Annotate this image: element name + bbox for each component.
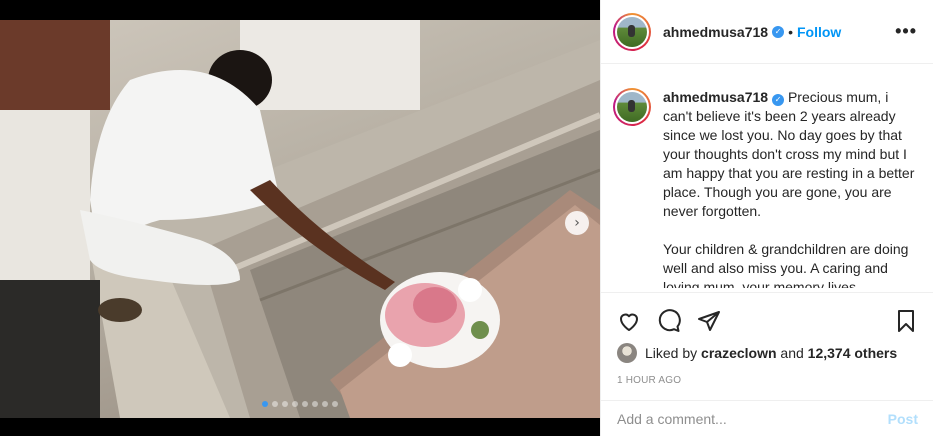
more-icon[interactable]: ••• (895, 21, 917, 42)
carousel-indicator (262, 401, 338, 407)
carousel-dot (332, 401, 338, 407)
caption-area: ahmedmusa718 ✓ Precious mum, i can't beli… (601, 64, 933, 288)
follow-button[interactable]: Follow (797, 24, 841, 40)
share-icon[interactable] (697, 309, 721, 333)
post-actions: Liked by crazeclown and 12,374 others 1 … (601, 292, 933, 386)
post-side-panel: ahmedmusa718 ✓ • Follow ••• ahmedmusa718… (600, 0, 933, 436)
verified-icon: ✓ (772, 93, 785, 106)
carousel-dot (322, 401, 328, 407)
liker-username[interactable]: crazeclown (701, 345, 776, 361)
caption-paragraph-2: Your children & grandchildren are doing … (663, 241, 909, 288)
likes-and: and (780, 345, 804, 361)
bookmark-icon[interactable] (894, 309, 918, 333)
caption-text: ahmedmusa718 ✓ Precious mum, i can't beli… (663, 88, 917, 288)
verified-icon: ✓ (772, 25, 785, 38)
comment-input[interactable] (617, 410, 888, 427)
author-avatar[interactable] (613, 12, 651, 51)
liker-avatar[interactable] (617, 343, 637, 363)
post-header: ahmedmusa718 ✓ • Follow ••• (601, 0, 933, 64)
caption-paragraph-1: Precious mum, i can't believe it's been … (663, 89, 915, 219)
likes-prefix: Liked by (645, 345, 698, 361)
post-image (0, 20, 600, 418)
carousel-dot (272, 401, 278, 407)
carousel-dot (292, 401, 298, 407)
caption-username[interactable]: ahmedmusa718 (663, 89, 768, 105)
chevron-right-icon: › (574, 215, 580, 231)
carousel-dot (312, 401, 318, 407)
separator-dot: • (788, 23, 793, 40)
author-username[interactable]: ahmedmusa718 (663, 24, 768, 40)
carousel-next-button[interactable]: › (565, 211, 589, 235)
likes-count[interactable]: 12,374 others (808, 345, 898, 361)
carousel-dot (302, 401, 308, 407)
likes-row: Liked by crazeclown and 12,374 others (617, 343, 918, 363)
post-photo[interactable]: › (0, 0, 600, 436)
comment-icon[interactable] (657, 309, 681, 333)
carousel-dot (262, 401, 268, 407)
carousel-dot (282, 401, 288, 407)
heart-icon[interactable] (617, 309, 641, 333)
comment-box: Post (601, 400, 933, 436)
caption-avatar[interactable] (613, 88, 651, 126)
post-timestamp[interactable]: 1 HOUR AGO (617, 375, 918, 386)
post-comment-button[interactable]: Post (888, 411, 918, 427)
photo-scene (0, 20, 600, 418)
action-icons (617, 301, 918, 341)
